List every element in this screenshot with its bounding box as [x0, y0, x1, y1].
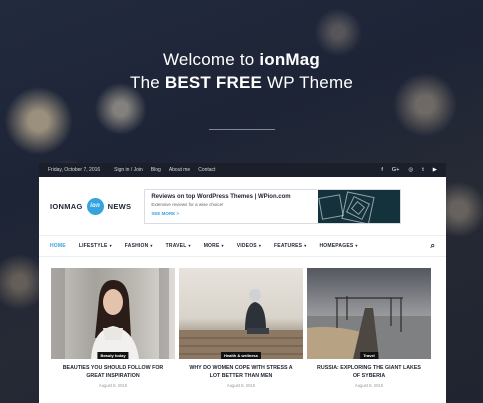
site-preview: Friday, October 7, 2016 Sign in / Join B… — [39, 163, 446, 403]
nav-item-fashion[interactable]: FASHION ▾ — [125, 243, 153, 249]
top-bar-date: Friday, October 7, 2016 — [48, 167, 101, 173]
chevron-down-icon: ▾ — [150, 243, 153, 248]
nav-item-travel[interactable]: TRAVEL ▾ — [166, 243, 191, 249]
category-badge[interactable]: Beauty today — [97, 352, 129, 359]
twitter-icon[interactable]: t — [422, 167, 424, 173]
chevron-down-icon: ▾ — [188, 243, 191, 248]
site-header: IONMAG ion NEWS Reviews on top WordPress… — [39, 177, 446, 235]
post-thumbnail[interactable]: Beauty today — [51, 268, 175, 359]
post-card[interactable]: Beauty today BEAUTIES YOU SHOULD FOLLOW … — [51, 268, 175, 388]
nav-item-features[interactable]: FEATURES ▾ — [274, 243, 306, 249]
logo-text-left: IONMAG — [50, 201, 83, 211]
blog-link[interactable]: Blog — [151, 167, 161, 173]
post-title[interactable]: RUSSIA: EXPLORING THE GIANT LAKES OF SYB… — [307, 365, 431, 380]
post-thumbnail[interactable]: Health & wellness — [179, 268, 303, 359]
hero-banner: Welcome to ionMag The BEST FREE WP Theme — [0, 0, 483, 140]
header-ad-banner[interactable]: Reviews on top WordPress Themes | WPion.… — [144, 188, 402, 224]
chevron-down-icon: ▾ — [221, 243, 224, 248]
category-badge[interactable]: Travel — [360, 352, 378, 359]
chevron-down-icon: ▾ — [304, 243, 307, 248]
nav-item-lifestyle[interactable]: LIFESTYLE ▾ — [79, 243, 112, 249]
post-card[interactable]: Health & wellness WHY DO WOMEN COPE WITH… — [179, 268, 303, 388]
hero-welcome: Welcome to ionMag — [162, 50, 321, 69]
woman-by-lake-image — [179, 289, 303, 359]
about-link[interactable]: About me — [169, 167, 190, 173]
ad-text: Reviews on top WordPress Themes | WPion.… — [145, 190, 318, 223]
nav-item-videos[interactable]: VIDEOS ▾ — [237, 243, 261, 249]
featured-posts: Beauty today BEAUTIES YOU SHOULD FOLLOW … — [51, 268, 431, 388]
nav-item-homepages[interactable]: HOMEPAGES ▾ — [319, 243, 357, 249]
post-title[interactable]: BEAUTIES YOU SHOULD FOLLOW FOR GREAT INS… — [51, 365, 175, 380]
portrait-woman-image — [51, 268, 169, 359]
chevron-down-icon: ▾ — [258, 243, 262, 248]
category-badge[interactable]: Health & wellness — [220, 352, 262, 359]
post-title[interactable]: WHY DO WOMEN COPE WITH STRESS A LOT BETT… — [179, 365, 303, 380]
facebook-icon[interactable]: f — [381, 167, 383, 173]
post-card[interactable]: Travel RUSSIA: EXPLORING THE GIANT LAKES… — [307, 268, 431, 388]
sign-in-link[interactable]: Sign in / Join — [114, 167, 143, 173]
post-date: August 8, 2016 — [354, 383, 384, 389]
social-links: f G+ ◎ t ▶ — [381, 167, 437, 173]
contact-link[interactable]: Contact — [198, 167, 215, 173]
top-bar: Friday, October 7, 2016 Sign in / Join B… — [39, 163, 446, 177]
nav-item-home[interactable]: HOME — [50, 243, 66, 249]
search-icon[interactable]: ⌕ — [431, 241, 435, 251]
ad-subtitle: Extensive reviews for a wise choice! — [151, 201, 224, 207]
site-logo[interactable]: IONMAG ion NEWS — [50, 197, 132, 215]
nav-item-more[interactable]: MORE ▾ — [204, 243, 224, 249]
ad-title: Reviews on top WordPress Themes | WPion.… — [151, 193, 291, 200]
chevron-down-icon: ▾ — [109, 243, 112, 248]
hero-tagline: The BEST FREE WP Theme — [130, 73, 353, 92]
logo-badge-icon: ion — [86, 197, 104, 215]
post-date: August 8, 2016 — [98, 383, 128, 389]
pier-lake-image — [307, 296, 431, 359]
youtube-icon[interactable]: ▶ — [433, 167, 437, 173]
post-thumbnail[interactable]: Travel — [307, 268, 431, 359]
instagram-icon[interactable]: ◎ — [408, 167, 413, 173]
post-date: August 8, 2016 — [226, 383, 256, 389]
hero-divider — [209, 129, 275, 130]
ad-see-more-link[interactable]: SEE MORE > — [151, 211, 312, 216]
logo-text-right: NEWS — [107, 201, 132, 211]
main-nav: HOME LIFESTYLE ▾ FASHION ▾ TRAVEL ▾ MORE ▾ V… — [39, 235, 446, 257]
google-plus-icon[interactable]: G+ — [392, 167, 400, 173]
chevron-down-icon: ▾ — [355, 243, 358, 248]
ad-graphic — [318, 189, 401, 223]
